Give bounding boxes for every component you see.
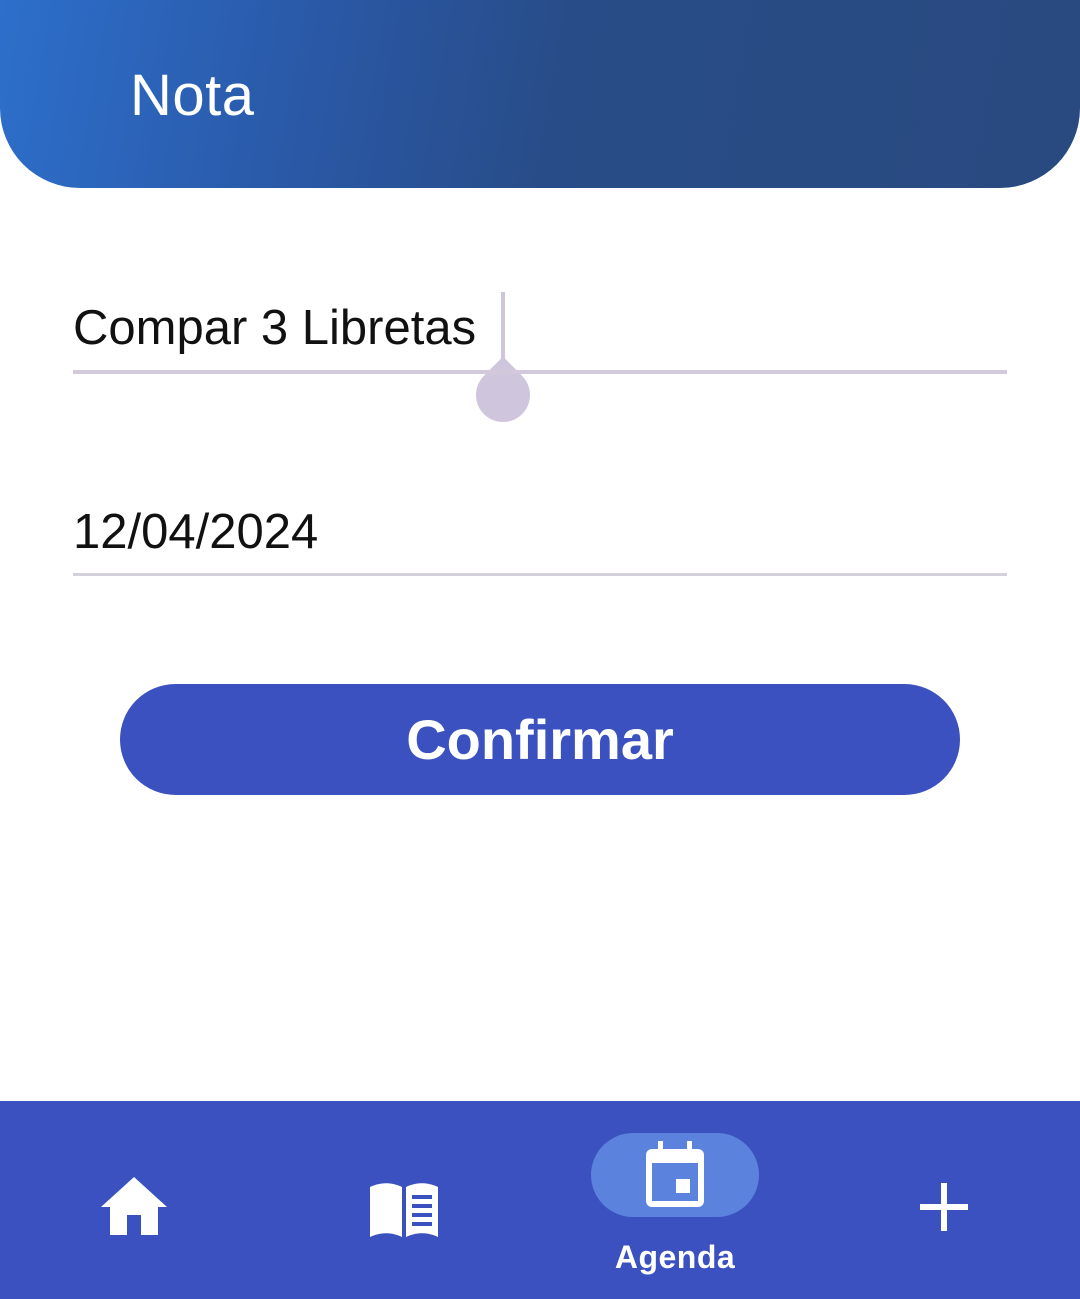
nav-item-agenda[interactable]: Agenda: [591, 1133, 759, 1283]
note-title-field[interactable]: Compar 3 Libretas: [73, 292, 1007, 422]
nav-item-add[interactable]: [914, 1177, 974, 1237]
note-title-underline: [73, 370, 1007, 374]
text-cursor: [501, 292, 505, 362]
date-value[interactable]: 12/04/2024: [73, 496, 1007, 568]
date-field[interactable]: 12/04/2024: [73, 496, 1007, 576]
nav-item-home[interactable]: [94, 1173, 174, 1239]
nav-label-agenda: Agenda: [614, 1239, 736, 1275]
book-icon: [370, 1183, 438, 1237]
cursor-handle[interactable]: [476, 368, 530, 422]
note-title-value[interactable]: Compar 3 Libretas: [73, 292, 1007, 364]
plus-icon: [920, 1183, 968, 1231]
page-title: Nota: [130, 63, 255, 128]
confirm-button[interactable]: Confirmar: [120, 684, 960, 795]
calendar-icon: [646, 1141, 704, 1207]
agenda-active-indicator: [591, 1133, 759, 1217]
note-screen: Nota Compar 3 Libretas 12/04/2024 Confir…: [0, 0, 1080, 1299]
nav-item-library[interactable]: [364, 1177, 444, 1241]
app-header: Nota: [0, 0, 1080, 188]
bottom-navigation: Agenda: [0, 1101, 1080, 1299]
date-underline: [73, 573, 1007, 576]
home-icon: [101, 1177, 167, 1235]
